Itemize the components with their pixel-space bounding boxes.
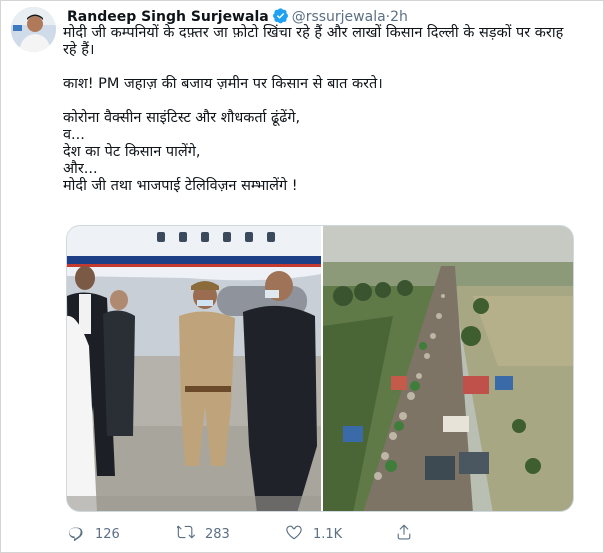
reply-icon <box>67 523 85 545</box>
heart-icon <box>285 523 303 545</box>
author-handle[interactable]: @rssurjewala <box>292 9 386 25</box>
tweet-text: मोदी जी कम्पनियों के दफ़्तर जा फ़ोटो खिं… <box>63 25 578 195</box>
tweet-paragraph-1: मोदी जी कम्पनियों के दफ़्तर जा फ़ोटो खिं… <box>63 25 564 58</box>
media-photo-airport[interactable] <box>67 226 321 511</box>
tweet-media <box>66 225 574 512</box>
tweet-timestamp[interactable]: 2h <box>390 9 408 25</box>
author-name[interactable]: Randeep Singh Surjewala <box>67 9 269 25</box>
retweet-icon <box>175 523 195 545</box>
tweet-card[interactable]: Randeep Singh Surjewala @rssurjewala·2h म… <box>0 0 604 553</box>
share-button[interactable] <box>395 523 413 545</box>
like-count: 1.1K <box>313 526 343 542</box>
tweet-paragraph-2: काश! PM जहाज़ की बजाय ज़मीन पर किसान से … <box>63 76 383 92</box>
like-button[interactable]: 1.1K <box>285 523 342 545</box>
reply-count: 126 <box>95 526 120 542</box>
avatar[interactable] <box>11 7 56 52</box>
retweet-button[interactable]: 283 <box>175 523 230 545</box>
media-photo-farmers-protest[interactable] <box>323 226 573 511</box>
share-icon <box>395 523 413 545</box>
reply-button[interactable]: 126 <box>67 523 120 545</box>
tweet-actions: 126 283 1.1K <box>67 523 507 543</box>
retweet-count: 283 <box>205 526 230 542</box>
tweet-paragraph-3: कोरोना वैक्सीन साइंटिस्ट और शौधकर्ता ढूं… <box>63 110 301 194</box>
